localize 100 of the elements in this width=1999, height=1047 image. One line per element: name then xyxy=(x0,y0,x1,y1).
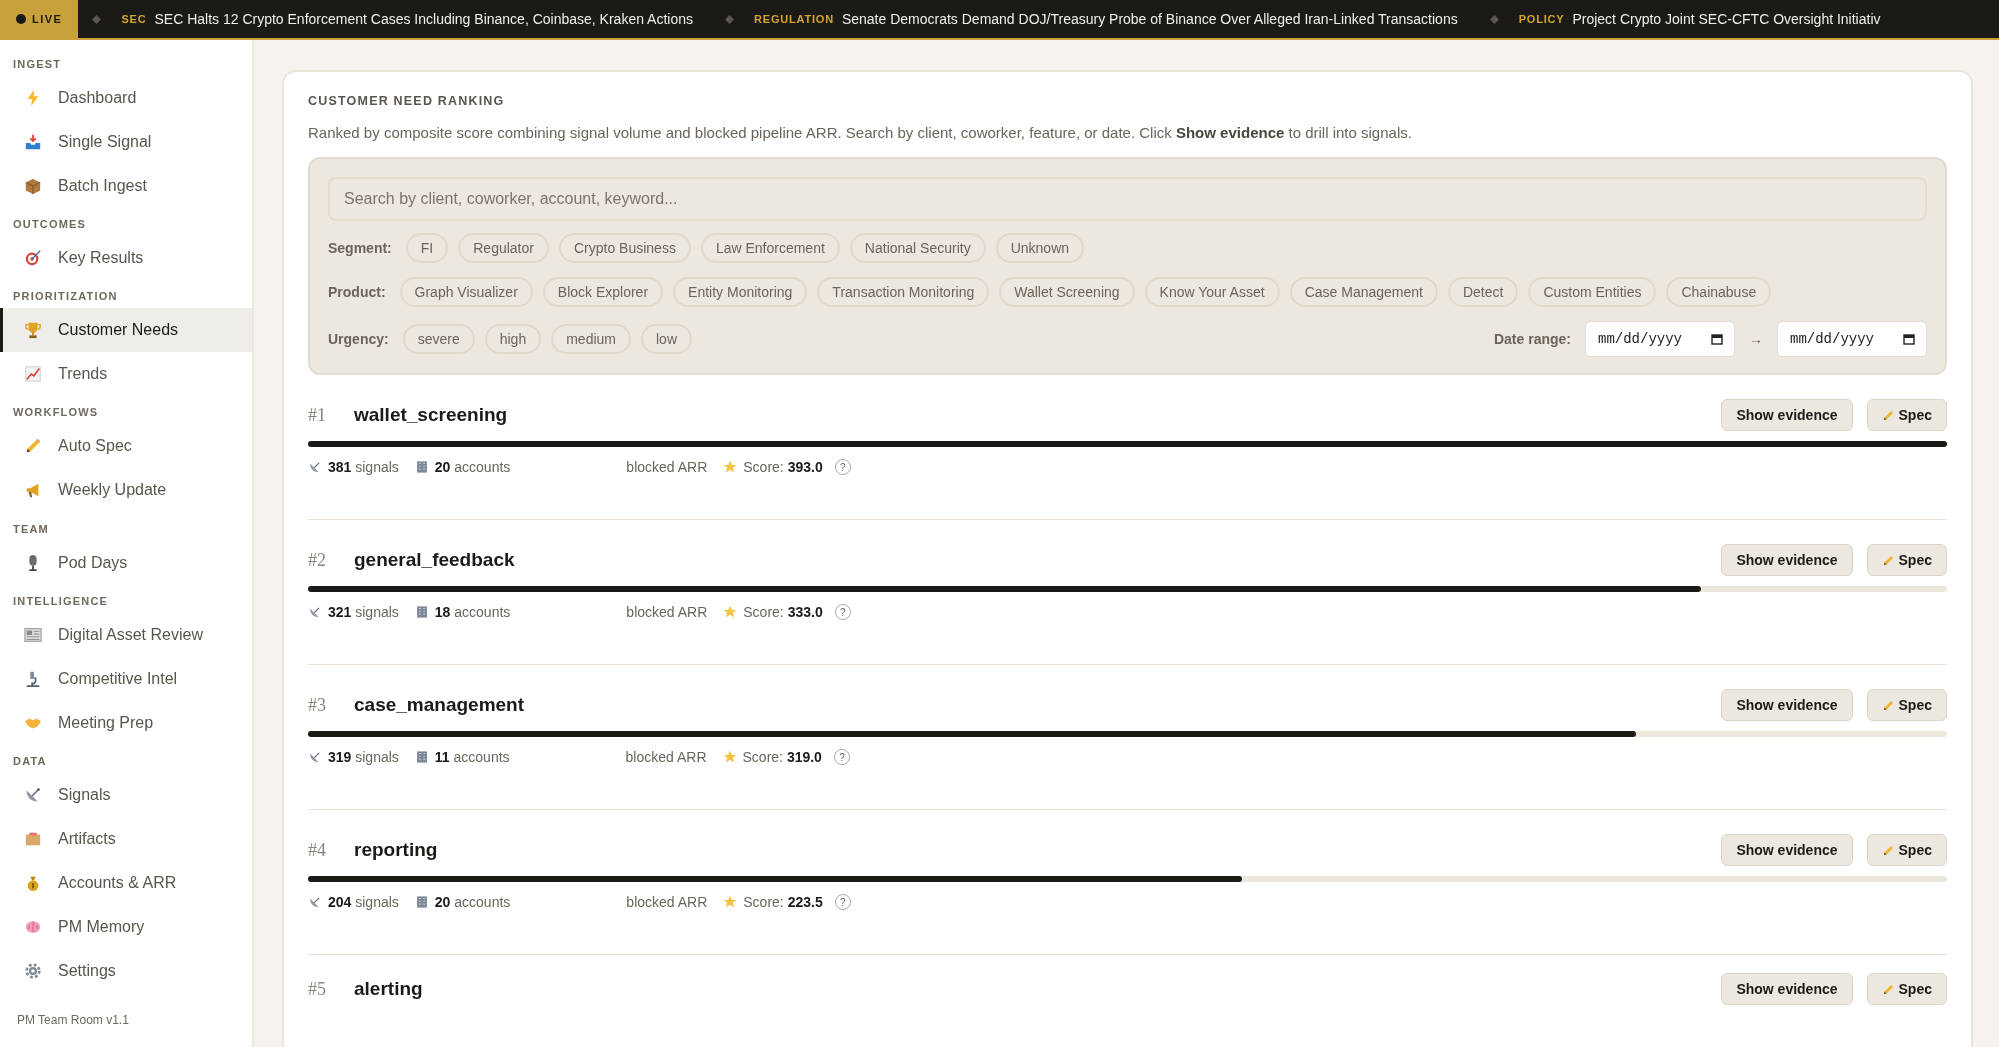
nav-section-title: TEAM xyxy=(12,521,50,537)
filter-chip[interactable]: severe xyxy=(402,324,475,354)
need-title: general_feedback xyxy=(354,549,515,571)
news-headline[interactable]: SEC Halts 12 Crypto Enforcement Cases Including Binance, Coinbase, Kraken Actions xyxy=(154,11,693,27)
live-badge: LIVE xyxy=(0,0,79,38)
show-evidence-button[interactable]: Show evidence xyxy=(1721,834,1853,866)
diamond-icon xyxy=(1489,14,1499,24)
date-field[interactable]: mm/dd/yyyy xyxy=(1585,321,1735,357)
pencil-icon xyxy=(1881,843,1895,857)
news-headline[interactable]: Project Crypto Joint SEC-CFTC Oversight Initiativ xyxy=(1572,11,1881,27)
pencil-icon xyxy=(1881,553,1895,567)
spec-button[interactable]: Spec xyxy=(1866,544,1947,576)
rank-number: #4 xyxy=(308,839,327,861)
star-icon xyxy=(723,895,738,909)
box-icon xyxy=(24,177,42,196)
show-evidence-button[interactable]: Show evidence xyxy=(1721,973,1853,1005)
building-icon xyxy=(414,750,429,764)
signal-count: 319 signals xyxy=(328,749,399,765)
chart-icon xyxy=(24,365,42,384)
nav-section-title: INGEST xyxy=(12,57,63,72)
need-title: reporting xyxy=(354,839,438,861)
filter-chip[interactable]: Regulator xyxy=(458,233,549,263)
filter-chip[interactable]: low xyxy=(641,324,692,354)
filter-chip[interactable]: Graph Visualizer xyxy=(399,277,533,307)
filter-chip[interactable]: Custom Entities xyxy=(1528,277,1657,307)
nav-item[interactable]: Auto Spec xyxy=(0,424,252,469)
building-icon xyxy=(414,605,429,619)
newspaper-icon xyxy=(24,625,42,644)
filter-chip[interactable]: Know Your Asset xyxy=(1144,277,1280,307)
show-evidence-button[interactable]: Show evidence xyxy=(1721,689,1853,721)
filter-chip[interactable]: Crypto Business xyxy=(558,233,691,263)
rank-number: #3 xyxy=(308,694,327,716)
section-title: CUSTOMER NEED RANKING xyxy=(308,94,506,108)
satellite-icon xyxy=(24,785,42,804)
spec-button[interactable]: Spec xyxy=(1866,399,1947,431)
signal-count: 321 signals xyxy=(328,604,399,620)
filter-chip[interactable]: FI xyxy=(405,233,449,263)
diamond-icon xyxy=(92,14,102,24)
microscope-icon xyxy=(24,669,42,688)
spec-button[interactable]: Spec xyxy=(1866,834,1947,866)
rank-number: #5 xyxy=(308,978,327,1000)
filter-chip[interactable]: Law Enforcement xyxy=(700,233,840,263)
filter-chip[interactable]: Wallet Screening xyxy=(999,277,1135,307)
nav-item[interactable]: Dashboard xyxy=(0,76,252,121)
news-tag: REGULATION xyxy=(754,13,834,25)
nav-item[interactable]: Batch Ingest xyxy=(0,164,252,209)
nav-item[interactable]: Signals xyxy=(0,772,252,817)
nav-item[interactable]: Trends xyxy=(0,352,252,397)
filter-chip[interactable]: medium xyxy=(551,324,631,354)
filter-chip[interactable]: Case Management xyxy=(1289,277,1438,307)
nav-item[interactable]: Key Results xyxy=(0,236,252,281)
nav-item[interactable]: Accounts & ARR xyxy=(0,860,252,905)
star-icon xyxy=(723,605,738,619)
nav-item[interactable]: Competitive Intel xyxy=(0,656,252,701)
filter-chip[interactable]: National Security xyxy=(849,233,986,263)
nav-item[interactable]: PM Memory xyxy=(0,904,252,949)
nav-item[interactable]: Weekly Update xyxy=(0,468,252,513)
nav-item[interactable]: Single Signal xyxy=(0,120,252,165)
filter-chip[interactable]: Unknown xyxy=(995,233,1085,263)
building-icon xyxy=(414,460,429,474)
score-text: Score: 319.0 xyxy=(742,749,822,765)
filter-chip[interactable]: Entity Monitoring xyxy=(673,277,808,307)
arrow-text: → xyxy=(1749,331,1763,347)
filter-chip[interactable]: high xyxy=(484,324,542,354)
spec-button[interactable]: Spec xyxy=(1866,689,1947,721)
nav-item[interactable]: Artifacts xyxy=(0,816,252,861)
rank-number: #2 xyxy=(308,549,327,571)
nav-item[interactable]: Customer Needs xyxy=(0,308,252,353)
nav-item[interactable]: Meeting Prep xyxy=(0,700,252,745)
need-title: case_management xyxy=(354,694,525,716)
filter-chip[interactable]: Transaction Monitoring xyxy=(817,277,990,307)
account-count: 20 accounts xyxy=(434,459,511,475)
date-field[interactable]: mm/dd/yyyy xyxy=(1777,321,1927,357)
pencil-icon xyxy=(1881,408,1895,422)
nav-item[interactable]: Settings xyxy=(0,949,252,994)
building-icon xyxy=(414,895,429,909)
filter-label: Segment: xyxy=(328,240,392,256)
score-text: Score: 393.0 xyxy=(743,459,823,475)
news-tag: SEC xyxy=(121,13,147,25)
signal-count: 381 signals xyxy=(328,459,399,475)
blocked-arr-label: blocked ARR xyxy=(626,604,708,620)
show-evidence-button[interactable]: Show evidence xyxy=(1721,399,1853,431)
filter-chip[interactable]: Block Explorer xyxy=(542,277,664,307)
filter-chip[interactable]: Detect xyxy=(1447,277,1519,307)
need-title: alerting xyxy=(354,978,423,1000)
filter-chip[interactable]: Chainabuse xyxy=(1666,277,1772,307)
blocked-arr-label: blocked ARR xyxy=(626,894,708,910)
satellite-icon xyxy=(308,605,322,619)
account-count: 20 accounts xyxy=(434,894,511,910)
satellite-icon xyxy=(308,895,322,909)
spec-button[interactable]: Spec xyxy=(1866,973,1947,1005)
nav-item[interactable]: Pod Days xyxy=(0,540,252,585)
version-label: PM Team Room v1.1 xyxy=(16,1012,130,1030)
nav-item[interactable]: Digital Asset Review xyxy=(0,612,252,657)
show-evidence-button[interactable]: Show evidence xyxy=(1721,544,1853,576)
news-headline[interactable]: Senate Democrats Demand DOJ/Treasury Probe of Binance Over Alleged Iran-Linked Transactions xyxy=(841,11,1458,27)
nav-section-title: OUTCOMES xyxy=(12,217,88,233)
blocked-arr-label: blocked ARR xyxy=(625,749,707,765)
search-field[interactable]: Search by client, coworker, account, keyword... xyxy=(328,177,1927,221)
satellite-icon xyxy=(308,750,322,764)
